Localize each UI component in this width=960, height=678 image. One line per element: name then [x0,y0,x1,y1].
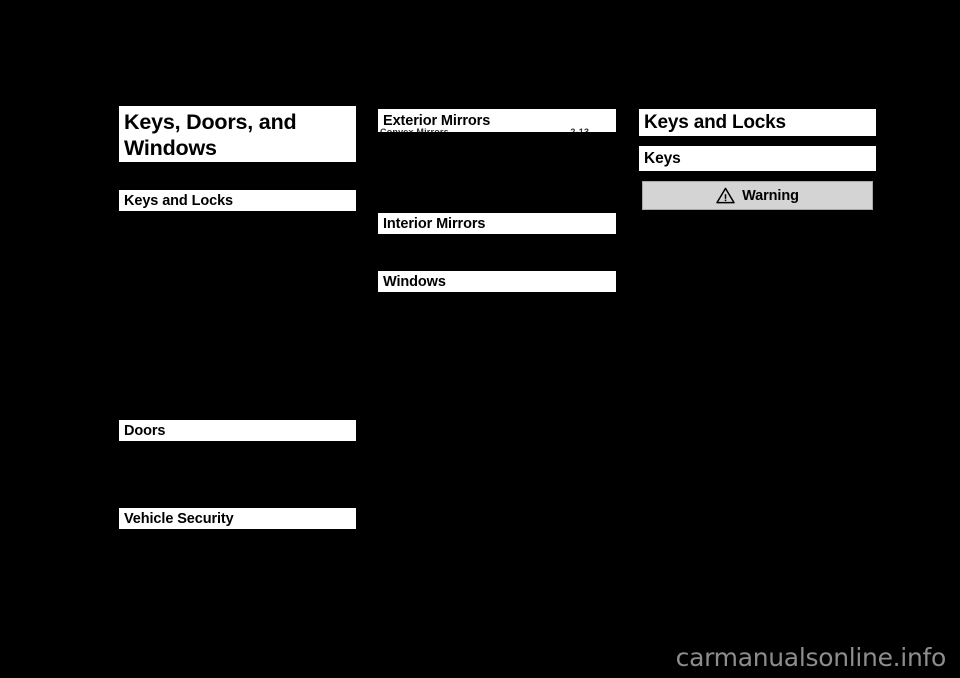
chapter-title-line-2: Windows [124,136,217,160]
manual-page: Keys, Doors, and Windows Keys and Locks … [0,0,960,678]
sub-heading-keys: Keys [639,146,876,171]
warning-callout: Warning [642,181,873,210]
chapter-title: Keys, Doors, and Windows [119,106,356,162]
section-heading-vehicle-security: Vehicle Security [119,508,356,529]
warning-triangle-icon [716,187,735,204]
clipped-toc-entry: Convex Mirrors . . . . . . . . . . . . .… [380,128,614,132]
section-heading-interior-mirrors: Interior Mirrors [378,213,616,234]
section-heading-doors: Doors [119,420,356,441]
chapter-heading-keys-and-locks: Keys and Locks [639,109,876,136]
section-heading-keys-and-locks: Keys and Locks [119,190,356,211]
warning-label: Warning [742,187,799,204]
site-watermark: carmanualsonline.info [675,643,947,672]
chapter-title-line-1: Keys, Doors, and [124,110,297,134]
section-heading-windows: Windows [378,271,616,292]
